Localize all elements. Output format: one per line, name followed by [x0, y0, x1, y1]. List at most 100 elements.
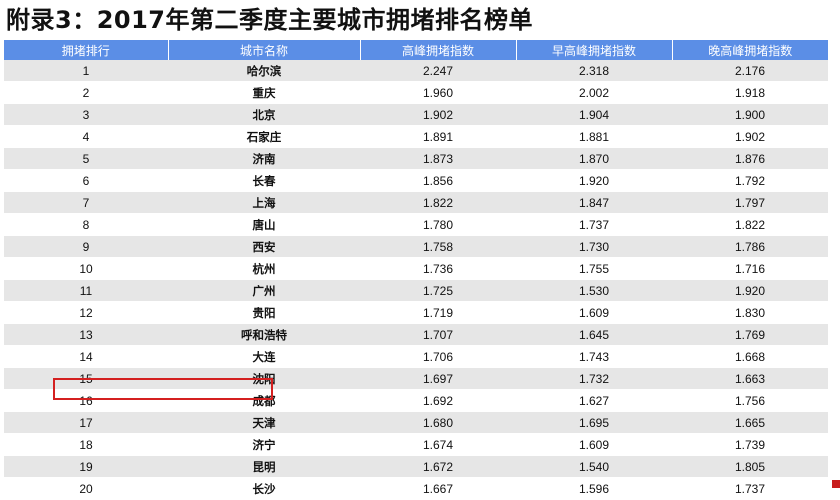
peak-index-cell: 1.672: [360, 455, 516, 478]
peak-index-cell: 1.736: [360, 257, 516, 280]
corner-mark: [832, 480, 840, 488]
morning-peak-index-cell: 1.540: [516, 455, 672, 478]
morning-peak-index-cell: 1.627: [516, 389, 672, 412]
city-cell: 贵阳: [168, 301, 360, 324]
city-cell: 沈阳: [168, 367, 360, 390]
evening-peak-index-cell: 1.786: [672, 235, 828, 258]
evening-peak-index-cell: 1.876: [672, 147, 828, 170]
header-evening-peak-index: 晚高峰拥堵指数: [672, 40, 828, 60]
rank-cell: 3: [4, 103, 168, 126]
city-cell: 呼和浩特: [168, 323, 360, 346]
peak-index-cell: 1.873: [360, 147, 516, 170]
table-row: 5 济南 1.873 1.870 1.876: [4, 147, 828, 170]
peak-index-cell: 1.667: [360, 477, 516, 500]
city-cell: 济宁: [168, 433, 360, 456]
evening-peak-index-cell: 1.665: [672, 411, 828, 434]
peak-index-cell: 1.960: [360, 81, 516, 104]
ranking-table-container: 拥堵排行 城市名称 高峰拥堵指数 早高峰拥堵指数 晚高峰拥堵指数 1 哈尔滨 2.2…: [4, 40, 828, 500]
rank-cell: 11: [4, 279, 168, 302]
table-row: 18 济宁 1.674 1.609 1.739: [4, 433, 828, 456]
evening-peak-index-cell: 1.918: [672, 81, 828, 104]
page-title: 附录3：2017年第二季度主要城市拥堵排名榜单: [6, 6, 533, 34]
morning-peak-index-cell: 1.737: [516, 213, 672, 236]
rank-cell: 18: [4, 433, 168, 456]
peak-index-cell: 1.719: [360, 301, 516, 324]
city-cell: 大连: [168, 345, 360, 368]
morning-peak-index-cell: 1.755: [516, 257, 672, 280]
evening-peak-index-cell: 1.663: [672, 367, 828, 390]
table-row: 15 沈阳 1.697 1.732 1.663: [4, 367, 828, 390]
table-row: 10 杭州 1.736 1.755 1.716: [4, 257, 828, 280]
peak-index-cell: 1.692: [360, 389, 516, 412]
city-cell: 济南: [168, 147, 360, 170]
morning-peak-index-cell: 1.732: [516, 367, 672, 390]
rank-cell: 2: [4, 81, 168, 104]
evening-peak-index-cell: 1.900: [672, 103, 828, 126]
table-row: 3 北京 1.902 1.904 1.900: [4, 103, 828, 126]
peak-index-cell: 1.822: [360, 191, 516, 214]
evening-peak-index-cell: 1.668: [672, 345, 828, 368]
rank-cell: 9: [4, 235, 168, 258]
table-row: 17 天津 1.680 1.695 1.665: [4, 411, 828, 434]
rank-cell: 13: [4, 323, 168, 346]
evening-peak-index-cell: 1.756: [672, 389, 828, 412]
peak-index-cell: 1.780: [360, 213, 516, 236]
peak-index-cell: 1.891: [360, 125, 516, 148]
city-cell: 唐山: [168, 213, 360, 236]
morning-peak-index-cell: 1.609: [516, 433, 672, 456]
peak-index-cell: 1.697: [360, 367, 516, 390]
rank-cell: 12: [4, 301, 168, 324]
evening-peak-index-cell: 1.797: [672, 191, 828, 214]
peak-index-cell: 1.680: [360, 411, 516, 434]
evening-peak-index-cell: 1.805: [672, 455, 828, 478]
table-row: 7 上海 1.822 1.847 1.797: [4, 191, 828, 214]
morning-peak-index-cell: 1.695: [516, 411, 672, 434]
table-row: 8 唐山 1.780 1.737 1.822: [4, 213, 828, 236]
peak-index-cell: 1.725: [360, 279, 516, 302]
table-row: 19 昆明 1.672 1.540 1.805: [4, 455, 828, 478]
evening-peak-index-cell: 1.830: [672, 301, 828, 324]
peak-index-cell: 1.706: [360, 345, 516, 368]
table-header-row: 拥堵排行 城市名称 高峰拥堵指数 早高峰拥堵指数 晚高峰拥堵指数: [4, 40, 828, 60]
morning-peak-index-cell: 1.645: [516, 323, 672, 346]
rank-cell: 15: [4, 367, 168, 390]
peak-index-cell: 1.707: [360, 323, 516, 346]
evening-peak-index-cell: 2.176: [672, 60, 828, 82]
rank-cell: 16: [4, 389, 168, 412]
evening-peak-index-cell: 1.716: [672, 257, 828, 280]
table-row: 11 广州 1.725 1.530 1.920: [4, 279, 828, 302]
city-cell: 哈尔滨: [168, 60, 360, 82]
city-cell: 天津: [168, 411, 360, 434]
morning-peak-index-cell: 1.530: [516, 279, 672, 302]
evening-peak-index-cell: 1.739: [672, 433, 828, 456]
table-row: 20 长沙 1.667 1.596 1.737: [4, 477, 828, 500]
table-row: 14 大连 1.706 1.743 1.668: [4, 345, 828, 368]
morning-peak-index-cell: 2.318: [516, 60, 672, 82]
peak-index-cell: 1.902: [360, 103, 516, 126]
table-row: 13 呼和浩特 1.707 1.645 1.769: [4, 323, 828, 346]
header-morning-peak-index: 早高峰拥堵指数: [516, 40, 673, 60]
city-cell: 北京: [168, 103, 360, 126]
table-row: 16 成都 1.692 1.627 1.756: [4, 389, 828, 412]
morning-peak-index-cell: 1.609: [516, 301, 672, 324]
peak-index-cell: 1.758: [360, 235, 516, 258]
city-cell: 西安: [168, 235, 360, 258]
morning-peak-index-cell: 2.002: [516, 81, 672, 104]
header-rank: 拥堵排行: [4, 40, 169, 60]
table-row: 12 贵阳 1.719 1.609 1.830: [4, 301, 828, 324]
rank-cell: 7: [4, 191, 168, 214]
table-row: 4 石家庄 1.891 1.881 1.902: [4, 125, 828, 148]
evening-peak-index-cell: 1.902: [672, 125, 828, 148]
rank-cell: 6: [4, 169, 168, 192]
header-peak-index: 高峰拥堵指数: [360, 40, 517, 60]
morning-peak-index-cell: 1.920: [516, 169, 672, 192]
peak-index-cell: 2.247: [360, 60, 516, 82]
rank-cell: 8: [4, 213, 168, 236]
rank-cell: 5: [4, 147, 168, 170]
evening-peak-index-cell: 1.737: [672, 477, 828, 500]
morning-peak-index-cell: 1.743: [516, 345, 672, 368]
table-row: 2 重庆 1.960 2.002 1.918: [4, 81, 828, 104]
rank-cell: 14: [4, 345, 168, 368]
table-row: 9 西安 1.758 1.730 1.786: [4, 235, 828, 258]
table-body: 1 哈尔滨 2.247 2.318 2.176 2 重庆 1.960 2.002 1.918 3 北京…: [4, 60, 828, 500]
